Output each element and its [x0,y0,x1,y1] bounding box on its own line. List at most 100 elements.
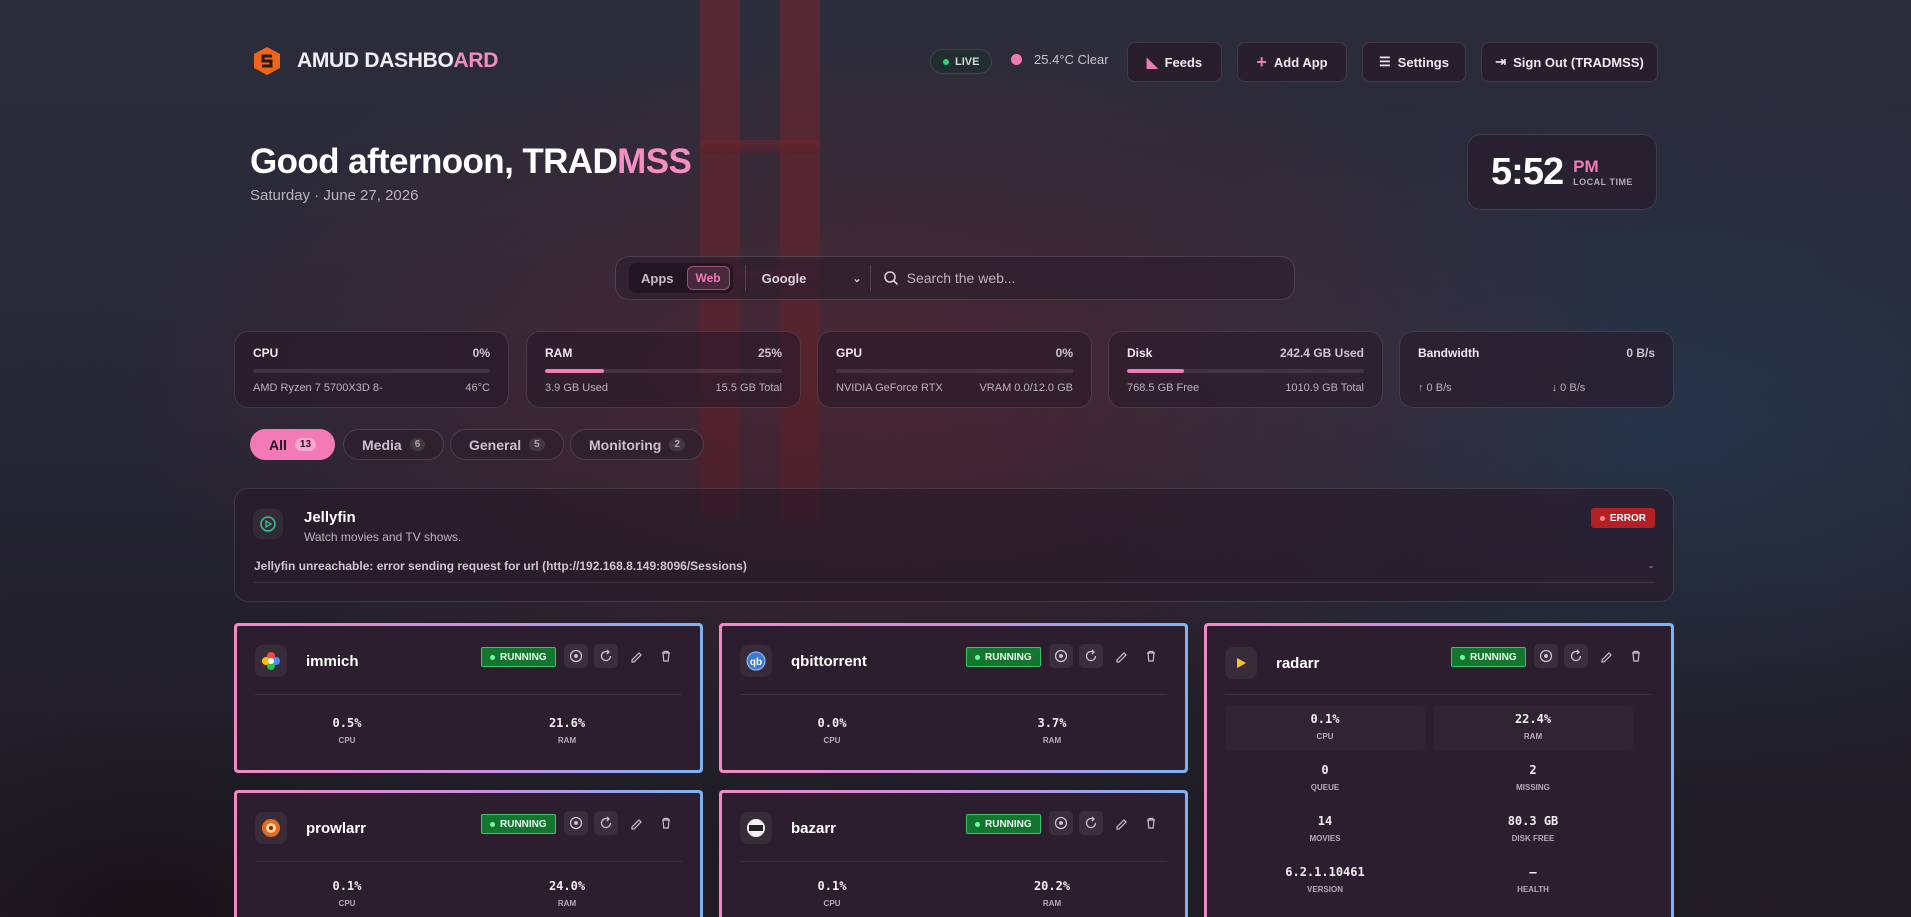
filter-general[interactable]: General 5 [450,429,564,460]
app-name: bazarr [791,820,837,837]
live-badge: LIVE [930,49,993,74]
edit-icon[interactable] [1109,644,1133,668]
greeting-title: Good afternoon, TRADMSS [250,142,692,181]
feeds-icon: ◣ [1146,53,1158,70]
stop-icon[interactable] [564,644,588,668]
status-badge-running: RUNNING [966,814,1041,834]
filter-all[interactable]: All 13 [250,429,336,460]
app-description: Watch movies and TV shows. [304,530,462,544]
search-engine-select[interactable]: Google ⌄ [762,271,862,286]
prowlarr-icon [255,812,287,844]
status-badge-running: RUNNING [481,647,556,667]
edit-icon[interactable] [1109,811,1133,835]
status-badge-error: ERROR [1590,508,1655,528]
filter-monitoring[interactable]: Monitoring 2 [570,429,704,460]
cpu-metric: 0.0% CPU [817,716,847,745]
restart-icon[interactable] [1564,644,1588,668]
sign-out-icon: ⇥ [1495,54,1507,69]
disk-usage-bar [1127,369,1364,373]
cpu-metric: 0.1% CPU [332,879,362,908]
app-card-jellyfin[interactable]: Jellyfin Watch movies and TV shows. ERRO… [234,488,1674,602]
ram-metric: 21.6% RAM [548,716,586,745]
app-name: prowlarr [306,820,367,837]
delete-icon[interactable] [654,644,678,668]
stop-icon[interactable] [564,811,588,835]
stat-card-ram: RAM 25% 3.9 GB Used 15.5 GB Total [526,331,801,408]
app-name: qbittorrent [791,653,867,670]
restart-icon[interactable] [594,644,618,668]
restart-icon[interactable] [1079,811,1103,835]
missing-metric: 2 MISSING [1516,763,1550,792]
app-card-radarr[interactable]: radarr RUNNING 0.1% CPU 22.4% RAM 0 QUEUE 2… [1204,623,1674,917]
bazarr-icon [740,812,772,844]
restart-icon[interactable] [1079,644,1103,668]
movies-metric: 14 MOVIES [1309,814,1341,843]
stop-icon[interactable] [1049,644,1073,668]
error-detail: - [1649,559,1653,573]
edit-icon[interactable] [624,811,648,835]
cpu-metric: 0.5% CPU [332,716,362,745]
sliders-icon: ☰ [1379,54,1391,69]
sign-out-button[interactable]: ⇥ Sign Out (TRADMSS) [1481,42,1658,82]
version-metric: 6.2.1.10461 VERSION [1285,865,1365,894]
cpu-metric: 0.1% CPU [817,879,847,908]
delete-icon[interactable] [1624,644,1648,668]
chevron-down-icon: ⌄ [852,272,862,285]
search-mode-toggle: Apps Web [629,263,733,293]
delete-icon[interactable] [1139,644,1163,668]
edit-icon[interactable] [624,644,648,668]
ram-usage-bar [545,369,782,373]
stat-card-bandwidth: Bandwidth 0 B/s ↑ 0 B/s ↓ 0 B/s [1399,331,1674,408]
stat-card-cpu: CPU 0% AMD Ryzen 7 5700X3D 8- 46°C [234,331,509,408]
ram-metric: 20.2% RAM [1033,879,1071,908]
error-message: Jellyfin unreachable: error sending requ… [254,559,747,573]
stat-card-disk: Disk 242.4 GB Used 768.5 GB Free 1010.9 GB… [1108,331,1383,408]
clock-ampm: PM [1573,157,1599,176]
brand-title: AMUD DASHBOARD [297,49,499,72]
cpu-usage-bar [253,369,490,373]
clock-time: 5:52 [1491,150,1564,193]
app-name: radarr [1276,655,1320,672]
status-badge-running: RUNNING [1451,647,1526,667]
tab-web[interactable]: Web [686,266,730,290]
restart-icon[interactable] [594,811,618,835]
delete-icon[interactable] [654,811,678,835]
ram-metric: 22.4% RAM [1514,712,1552,741]
stop-icon[interactable] [1534,644,1558,668]
jellyfin-icon [253,509,283,539]
app-card-prowlarr[interactable]: prowlarr RUNNING 0.1% CPU 24.0% RAM [234,790,703,917]
ram-metric: 3.7% RAM [1037,716,1067,745]
clock-widget: 5:52 PM LOCAL TIME [1467,134,1657,210]
tab-apps[interactable]: Apps [632,271,683,286]
filter-media[interactable]: Media 6 [343,429,445,460]
gpu-usage-bar [836,369,1073,373]
app-name: Jellyfin [304,509,356,526]
ram-metric: 24.0% RAM [548,879,586,908]
plus-icon: + [1256,51,1267,72]
logo-icon [254,47,280,75]
health-metric: — HEALTH [1517,865,1549,894]
settings-button[interactable]: ☰ Settings [1362,42,1466,82]
immich-icon [255,645,287,677]
stop-icon[interactable] [1049,811,1073,835]
search-icon [883,271,898,286]
feeds-button[interactable]: ◣ Feeds [1127,42,1222,82]
cpu-metric: 0.1% CPU [1310,712,1340,741]
live-dot-icon [943,58,949,65]
disk-free-metric: 80.3 GB DISK FREE [1507,814,1559,843]
add-app-button[interactable]: + Add App [1237,42,1347,82]
search-input[interactable] [906,270,1287,286]
edit-icon[interactable] [1594,644,1618,668]
radarr-icon [1225,647,1257,679]
app-card-immich[interactable]: immich RUNNING 0.5% CPU 21.6% RAM [234,623,703,773]
app-card-bazarr[interactable]: bazarr RUNNING 0.1% CPU 20.2% RAM [719,790,1188,917]
clock-label: LOCAL TIME [1573,177,1633,187]
status-badge-running: RUNNING [966,647,1041,667]
stat-card-gpu: GPU 0% NVIDIA GeForce RTX VRAM 0.0/12.0 GB [817,331,1092,408]
status-badge-running: RUNNING [481,814,556,834]
app-card-qbittorrent[interactable]: qb qbittorrent RUNNING 0.0% CPU 3.7% RAM [719,623,1188,773]
svg-text:qb: qb [750,657,762,668]
delete-icon[interactable] [1139,811,1163,835]
weather-widget: 25.4°C Clear [1011,52,1109,67]
search-bar: Apps Web Google ⌄ [615,256,1295,300]
